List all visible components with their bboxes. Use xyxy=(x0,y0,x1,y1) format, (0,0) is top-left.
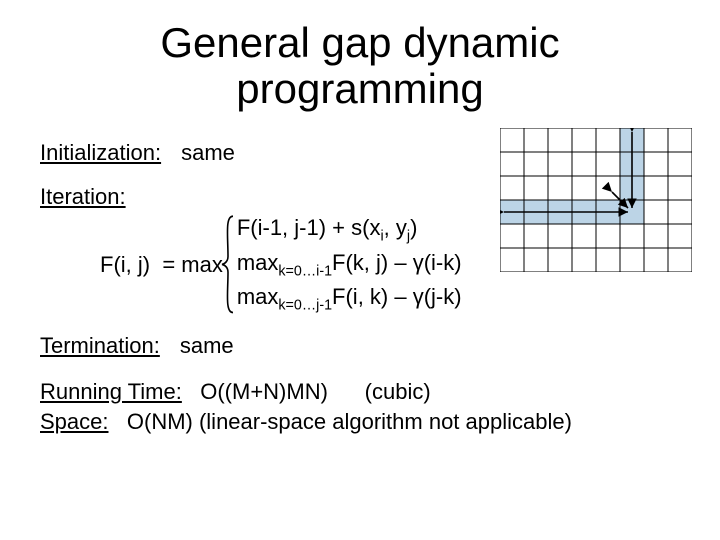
case2-post: (i-k) xyxy=(424,250,462,275)
case2-sub: k=0…i-1 xyxy=(278,263,332,279)
case-diagonal: F(i-1, j-1) + s(xi, yj) xyxy=(237,214,462,246)
case3-sub: k=0…j-1 xyxy=(278,297,332,313)
case1-mid: , y xyxy=(384,215,407,240)
running-time-line: Running Time: O((M+N)MN) (cubic) xyxy=(40,377,680,407)
space-label: Space: xyxy=(40,409,109,434)
termination-label: Termination: xyxy=(40,333,160,359)
initialization-value: same xyxy=(181,140,235,166)
case1-post: ) xyxy=(410,215,417,240)
space-line: Space: O(NM) (linear-space algorithm not… xyxy=(40,407,680,437)
case1-pre: F(i-1, j-1) + s(x xyxy=(237,215,381,240)
running-time-label: Running Time: xyxy=(40,379,182,404)
termination-value: same xyxy=(180,333,234,359)
termination-row: Termination: same xyxy=(40,333,680,359)
running-time-value: O((M+N)MN) xyxy=(200,379,328,404)
equation-cases: F(i-1, j-1) + s(xi, yj) maxk=0…i-1F(k, j… xyxy=(237,214,462,315)
case-horizontal-gap: maxk=0…j-1F(i, k) – γ(j-k) xyxy=(237,283,462,315)
left-brace-icon xyxy=(221,214,235,315)
case3-mid: F(i, k) – xyxy=(332,284,413,309)
case3-post: (j-k) xyxy=(424,284,462,309)
equation-lhs: F(i, j) = max xyxy=(100,252,223,278)
running-time-note: (cubic) xyxy=(365,379,431,404)
case2-pre: max xyxy=(237,250,279,275)
case-vertical-gap: maxk=0…i-1F(k, j) – γ(i-k) xyxy=(237,249,462,281)
case3-pre: max xyxy=(237,284,279,309)
slide-title: General gap dynamic programming xyxy=(40,20,680,112)
case2-mid: F(k, j) – xyxy=(332,250,413,275)
initialization-label: Initialization: xyxy=(40,140,161,166)
case2-gamma: γ xyxy=(413,250,424,275)
space-value: O(NM) (linear-space algorithm not applic… xyxy=(127,409,572,434)
case3-gamma: γ xyxy=(413,284,424,309)
alignment-grid-figure xyxy=(500,128,692,272)
complexity-block: Running Time: O((M+N)MN) (cubic) Space: … xyxy=(40,377,680,436)
